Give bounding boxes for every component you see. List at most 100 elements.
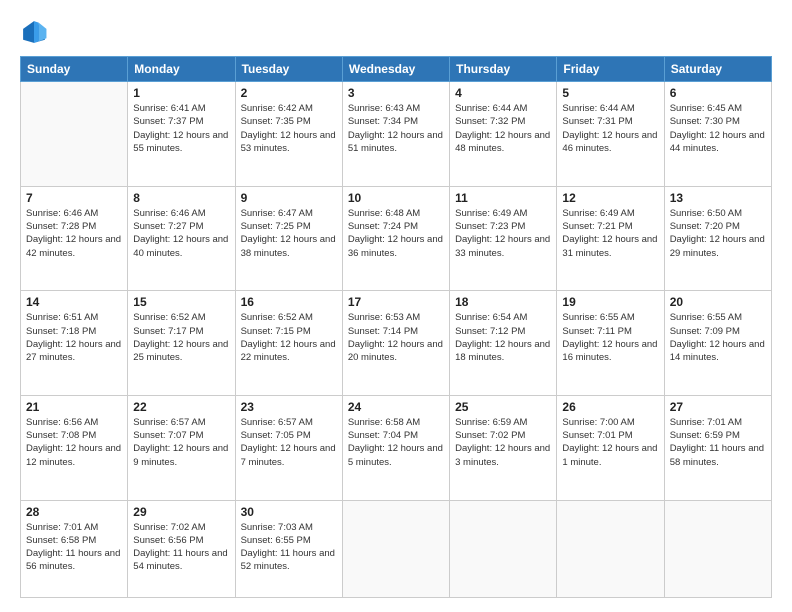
day-number: 27 (670, 400, 766, 414)
header (20, 18, 772, 46)
day-number: 5 (562, 86, 658, 100)
day-number: 25 (455, 400, 551, 414)
day-number: 8 (133, 191, 229, 205)
calendar-cell: 5 Sunrise: 6:44 AMSunset: 7:31 PMDaylight… (557, 82, 664, 187)
page: SundayMondayTuesdayWednesdayThursdayFrid… (0, 0, 792, 612)
day-info: Sunrise: 6:53 AMSunset: 7:14 PMDaylight:… (348, 311, 444, 364)
day-header-wednesday: Wednesday (342, 57, 449, 82)
day-info: Sunrise: 6:52 AMSunset: 7:15 PMDaylight:… (241, 311, 337, 364)
calendar-cell: 23 Sunrise: 6:57 AMSunset: 7:05 PMDayligh… (235, 395, 342, 500)
calendar-cell: 9 Sunrise: 6:47 AMSunset: 7:25 PMDaylight… (235, 186, 342, 291)
day-info: Sunrise: 6:57 AMSunset: 7:05 PMDaylight:… (241, 416, 337, 469)
day-info: Sunrise: 6:49 AMSunset: 7:21 PMDaylight:… (562, 207, 658, 260)
day-info: Sunrise: 6:59 AMSunset: 7:02 PMDaylight:… (455, 416, 551, 469)
day-info: Sunrise: 6:46 AMSunset: 7:27 PMDaylight:… (133, 207, 229, 260)
day-number: 18 (455, 295, 551, 309)
day-number: 11 (455, 191, 551, 205)
day-header-thursday: Thursday (450, 57, 557, 82)
calendar-cell: 14 Sunrise: 6:51 AMSunset: 7:18 PMDayligh… (21, 291, 128, 396)
day-info: Sunrise: 7:02 AMSunset: 6:56 PMDaylight:… (133, 521, 229, 574)
day-info: Sunrise: 7:03 AMSunset: 6:55 PMDaylight:… (241, 521, 337, 574)
day-info: Sunrise: 6:44 AMSunset: 7:31 PMDaylight:… (562, 102, 658, 155)
day-info: Sunrise: 6:43 AMSunset: 7:34 PMDaylight:… (348, 102, 444, 155)
calendar-cell (664, 500, 771, 598)
day-number: 9 (241, 191, 337, 205)
day-info: Sunrise: 6:49 AMSunset: 7:23 PMDaylight:… (455, 207, 551, 260)
day-info: Sunrise: 6:50 AMSunset: 7:20 PMDaylight:… (670, 207, 766, 260)
calendar-cell: 6 Sunrise: 6:45 AMSunset: 7:30 PMDaylight… (664, 82, 771, 187)
day-info: Sunrise: 6:42 AMSunset: 7:35 PMDaylight:… (241, 102, 337, 155)
calendar-cell: 1Sunrise: 6:41 AMSunset: 7:37 PMDaylight… (128, 82, 235, 187)
day-header-tuesday: Tuesday (235, 57, 342, 82)
day-info: Sunrise: 6:48 AMSunset: 7:24 PMDaylight:… (348, 207, 444, 260)
day-info: Sunrise: 7:01 AMSunset: 6:59 PMDaylight:… (670, 416, 766, 469)
day-number: 22 (133, 400, 229, 414)
day-number: 15 (133, 295, 229, 309)
calendar-cell: 16Sunrise: 6:52 AMSunset: 7:15 PMDayligh… (235, 291, 342, 396)
calendar-cell: 29 Sunrise: 7:02 AMSunset: 6:56 PMDayligh… (128, 500, 235, 598)
calendar-cell: 7 Sunrise: 6:46 AMSunset: 7:28 PMDaylight… (21, 186, 128, 291)
calendar-cell: 2 Sunrise: 6:42 AMSunset: 7:35 PMDaylight… (235, 82, 342, 187)
calendar-cell: 21Sunrise: 6:56 AMSunset: 7:08 PMDayligh… (21, 395, 128, 500)
week-row-5: 28 Sunrise: 7:01 AMSunset: 6:58 PMDayligh… (21, 500, 772, 598)
day-info: Sunrise: 6:57 AMSunset: 7:07 PMDaylight:… (133, 416, 229, 469)
day-number: 23 (241, 400, 337, 414)
day-info: Sunrise: 6:46 AMSunset: 7:28 PMDaylight:… (26, 207, 122, 260)
week-row-3: 14 Sunrise: 6:51 AMSunset: 7:18 PMDayligh… (21, 291, 772, 396)
calendar-cell: 17 Sunrise: 6:53 AMSunset: 7:14 PMDayligh… (342, 291, 449, 396)
day-number: 12 (562, 191, 658, 205)
day-number: 20 (670, 295, 766, 309)
calendar-cell: 26Sunrise: 7:00 AMSunset: 7:01 PMDayligh… (557, 395, 664, 500)
calendar-body: 1Sunrise: 6:41 AMSunset: 7:37 PMDaylight… (21, 82, 772, 598)
calendar-cell: 8 Sunrise: 6:46 AMSunset: 7:27 PMDaylight… (128, 186, 235, 291)
day-info: Sunrise: 6:54 AMSunset: 7:12 PMDaylight:… (455, 311, 551, 364)
day-number: 24 (348, 400, 444, 414)
week-row-1: 1Sunrise: 6:41 AMSunset: 7:37 PMDaylight… (21, 82, 772, 187)
day-number: 13 (670, 191, 766, 205)
calendar-cell: 30 Sunrise: 7:03 AMSunset: 6:55 PMDayligh… (235, 500, 342, 598)
day-info: Sunrise: 6:55 AMSunset: 7:09 PMDaylight:… (670, 311, 766, 364)
day-header-friday: Friday (557, 57, 664, 82)
day-number: 28 (26, 505, 122, 519)
calendar-cell (21, 82, 128, 187)
calendar-cell: 19Sunrise: 6:55 AMSunset: 7:11 PMDayligh… (557, 291, 664, 396)
day-number: 7 (26, 191, 122, 205)
calendar-table: SundayMondayTuesdayWednesdayThursdayFrid… (20, 56, 772, 598)
day-info: Sunrise: 6:58 AMSunset: 7:04 PMDaylight:… (348, 416, 444, 469)
day-info: Sunrise: 6:55 AMSunset: 7:11 PMDaylight:… (562, 311, 658, 364)
day-info: Sunrise: 7:00 AMSunset: 7:01 PMDaylight:… (562, 416, 658, 469)
day-info: Sunrise: 6:45 AMSunset: 7:30 PMDaylight:… (670, 102, 766, 155)
day-number: 29 (133, 505, 229, 519)
logo-icon (20, 18, 48, 46)
day-info: Sunrise: 7:01 AMSunset: 6:58 PMDaylight:… (26, 521, 122, 574)
day-info: Sunrise: 6:51 AMSunset: 7:18 PMDaylight:… (26, 311, 122, 364)
calendar-cell: 4Sunrise: 6:44 AMSunset: 7:32 PMDaylight… (450, 82, 557, 187)
day-number: 4 (455, 86, 551, 100)
day-header-saturday: Saturday (664, 57, 771, 82)
logo (20, 18, 52, 46)
day-number: 6 (670, 86, 766, 100)
calendar-cell (557, 500, 664, 598)
calendar-cell: 11 Sunrise: 6:49 AMSunset: 7:23 PMDayligh… (450, 186, 557, 291)
day-info: Sunrise: 6:47 AMSunset: 7:25 PMDaylight:… (241, 207, 337, 260)
calendar-cell: 10 Sunrise: 6:48 AMSunset: 7:24 PMDayligh… (342, 186, 449, 291)
calendar-cell (342, 500, 449, 598)
day-number: 10 (348, 191, 444, 205)
day-info: Sunrise: 6:56 AMSunset: 7:08 PMDaylight:… (26, 416, 122, 469)
calendar-cell: 12 Sunrise: 6:49 AMSunset: 7:21 PMDayligh… (557, 186, 664, 291)
day-number: 17 (348, 295, 444, 309)
week-row-4: 21Sunrise: 6:56 AMSunset: 7:08 PMDayligh… (21, 395, 772, 500)
day-number: 2 (241, 86, 337, 100)
day-number: 1 (133, 86, 229, 100)
day-number: 14 (26, 295, 122, 309)
calendar-cell: 20 Sunrise: 6:55 AMSunset: 7:09 PMDayligh… (664, 291, 771, 396)
calendar-cell: 13 Sunrise: 6:50 AMSunset: 7:20 PMDayligh… (664, 186, 771, 291)
calendar-cell: 22 Sunrise: 6:57 AMSunset: 7:07 PMDayligh… (128, 395, 235, 500)
calendar-cell: 24 Sunrise: 6:58 AMSunset: 7:04 PMDayligh… (342, 395, 449, 500)
calendar-cell: 28 Sunrise: 7:01 AMSunset: 6:58 PMDayligh… (21, 500, 128, 598)
day-header-monday: Monday (128, 57, 235, 82)
week-row-2: 7 Sunrise: 6:46 AMSunset: 7:28 PMDaylight… (21, 186, 772, 291)
calendar-cell: 25 Sunrise: 6:59 AMSunset: 7:02 PMDayligh… (450, 395, 557, 500)
day-number: 30 (241, 505, 337, 519)
calendar-header-row: SundayMondayTuesdayWednesdayThursdayFrid… (21, 57, 772, 82)
